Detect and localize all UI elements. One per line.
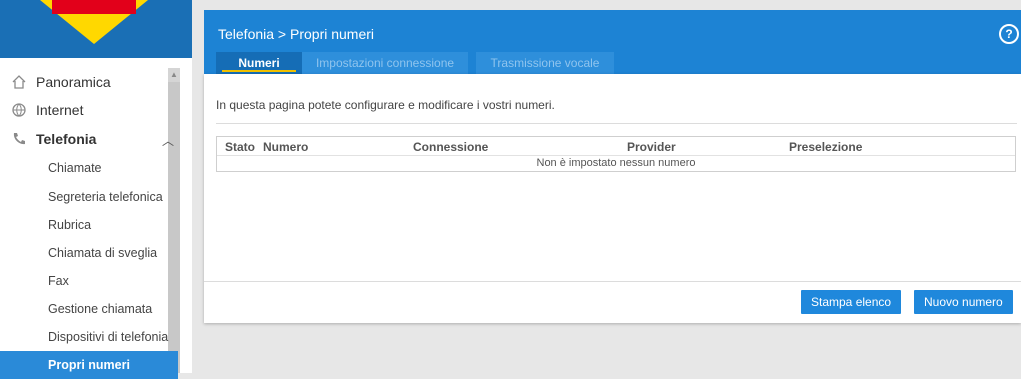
sidebar-nav: ▲ Panoramica Internet Telefonia ︿ Chiama… [0, 58, 192, 379]
column-header-connessione[interactable]: Connessione [413, 140, 488, 154]
column-header-stato[interactable]: Stato [225, 140, 255, 154]
print-list-button[interactable]: Stampa elenco [801, 290, 902, 314]
globe-icon [10, 101, 28, 119]
numbers-table: Stato Numero Connessione Provider Presel… [216, 136, 1016, 172]
home-icon [10, 73, 28, 91]
divider [216, 123, 1017, 124]
divider [204, 281, 1021, 282]
sidebar-item-telefonia[interactable]: Telefonia [10, 128, 96, 150]
content-panel: In questa pagina potete configurare e mo… [204, 74, 1021, 323]
tab-trasmissione-vocale[interactable]: Trasmissione vocale [476, 52, 614, 74]
sidebar-subitem-propri-numeri[interactable]: Propri numeri [0, 351, 178, 379]
column-header-numero[interactable]: Numero [263, 140, 308, 154]
table-header-divider [217, 155, 1015, 156]
breadcrumb: Telefonia > Propri numeri [218, 26, 375, 42]
tab-numeri[interactable]: Numeri [216, 52, 302, 74]
chevron-up-icon[interactable]: ︿ [162, 132, 174, 149]
sidebar-subitem-segreteria[interactable]: Segreteria telefonica [0, 183, 178, 211]
sidebar-subitem-sveglia[interactable]: Chiamata di sveglia [0, 239, 178, 267]
phone-icon [10, 130, 28, 148]
help-icon[interactable]: ? [999, 24, 1019, 44]
sidebar-item-label: Panoramica [36, 74, 111, 90]
sidebar-item-internet[interactable]: Internet [10, 99, 83, 121]
scroll-up-icon[interactable]: ▲ [170, 70, 178, 79]
column-header-preselezione[interactable]: Preselezione [789, 140, 862, 154]
empty-table-message: Non è impostato nessun numero [536, 157, 696, 169]
sidebar-subitem-dispositivi[interactable]: Dispositivi di telefonia [0, 323, 178, 351]
intro-text: In questa pagina potete configurare e mo… [216, 98, 555, 112]
sidebar-item-label: Internet [36, 102, 84, 118]
sidebar-item-label: Telefonia [36, 131, 97, 147]
sidebar-subitem-rubrica[interactable]: Rubrica [0, 211, 178, 239]
sidebar-subitem-gestione-chiamata[interactable]: Gestione chiamata [0, 295, 178, 323]
sidebar-item-panoramica[interactable]: Panoramica [10, 71, 111, 93]
fritz-logo[interactable] [34, 0, 154, 50]
sidebar-subitem-chiamate[interactable]: Chiamate [0, 154, 178, 182]
column-header-provider[interactable]: Provider [627, 140, 676, 154]
content-header: Telefonia > Propri numeri ? Numeri Impos… [204, 10, 1021, 74]
sidebar-subitem-fax[interactable]: Fax [0, 267, 178, 295]
new-number-button[interactable]: Nuovo numero [914, 290, 1013, 314]
tab-impostazioni-connessione[interactable]: Impostazioni connessione [302, 52, 468, 74]
logo-area [0, 0, 192, 58]
